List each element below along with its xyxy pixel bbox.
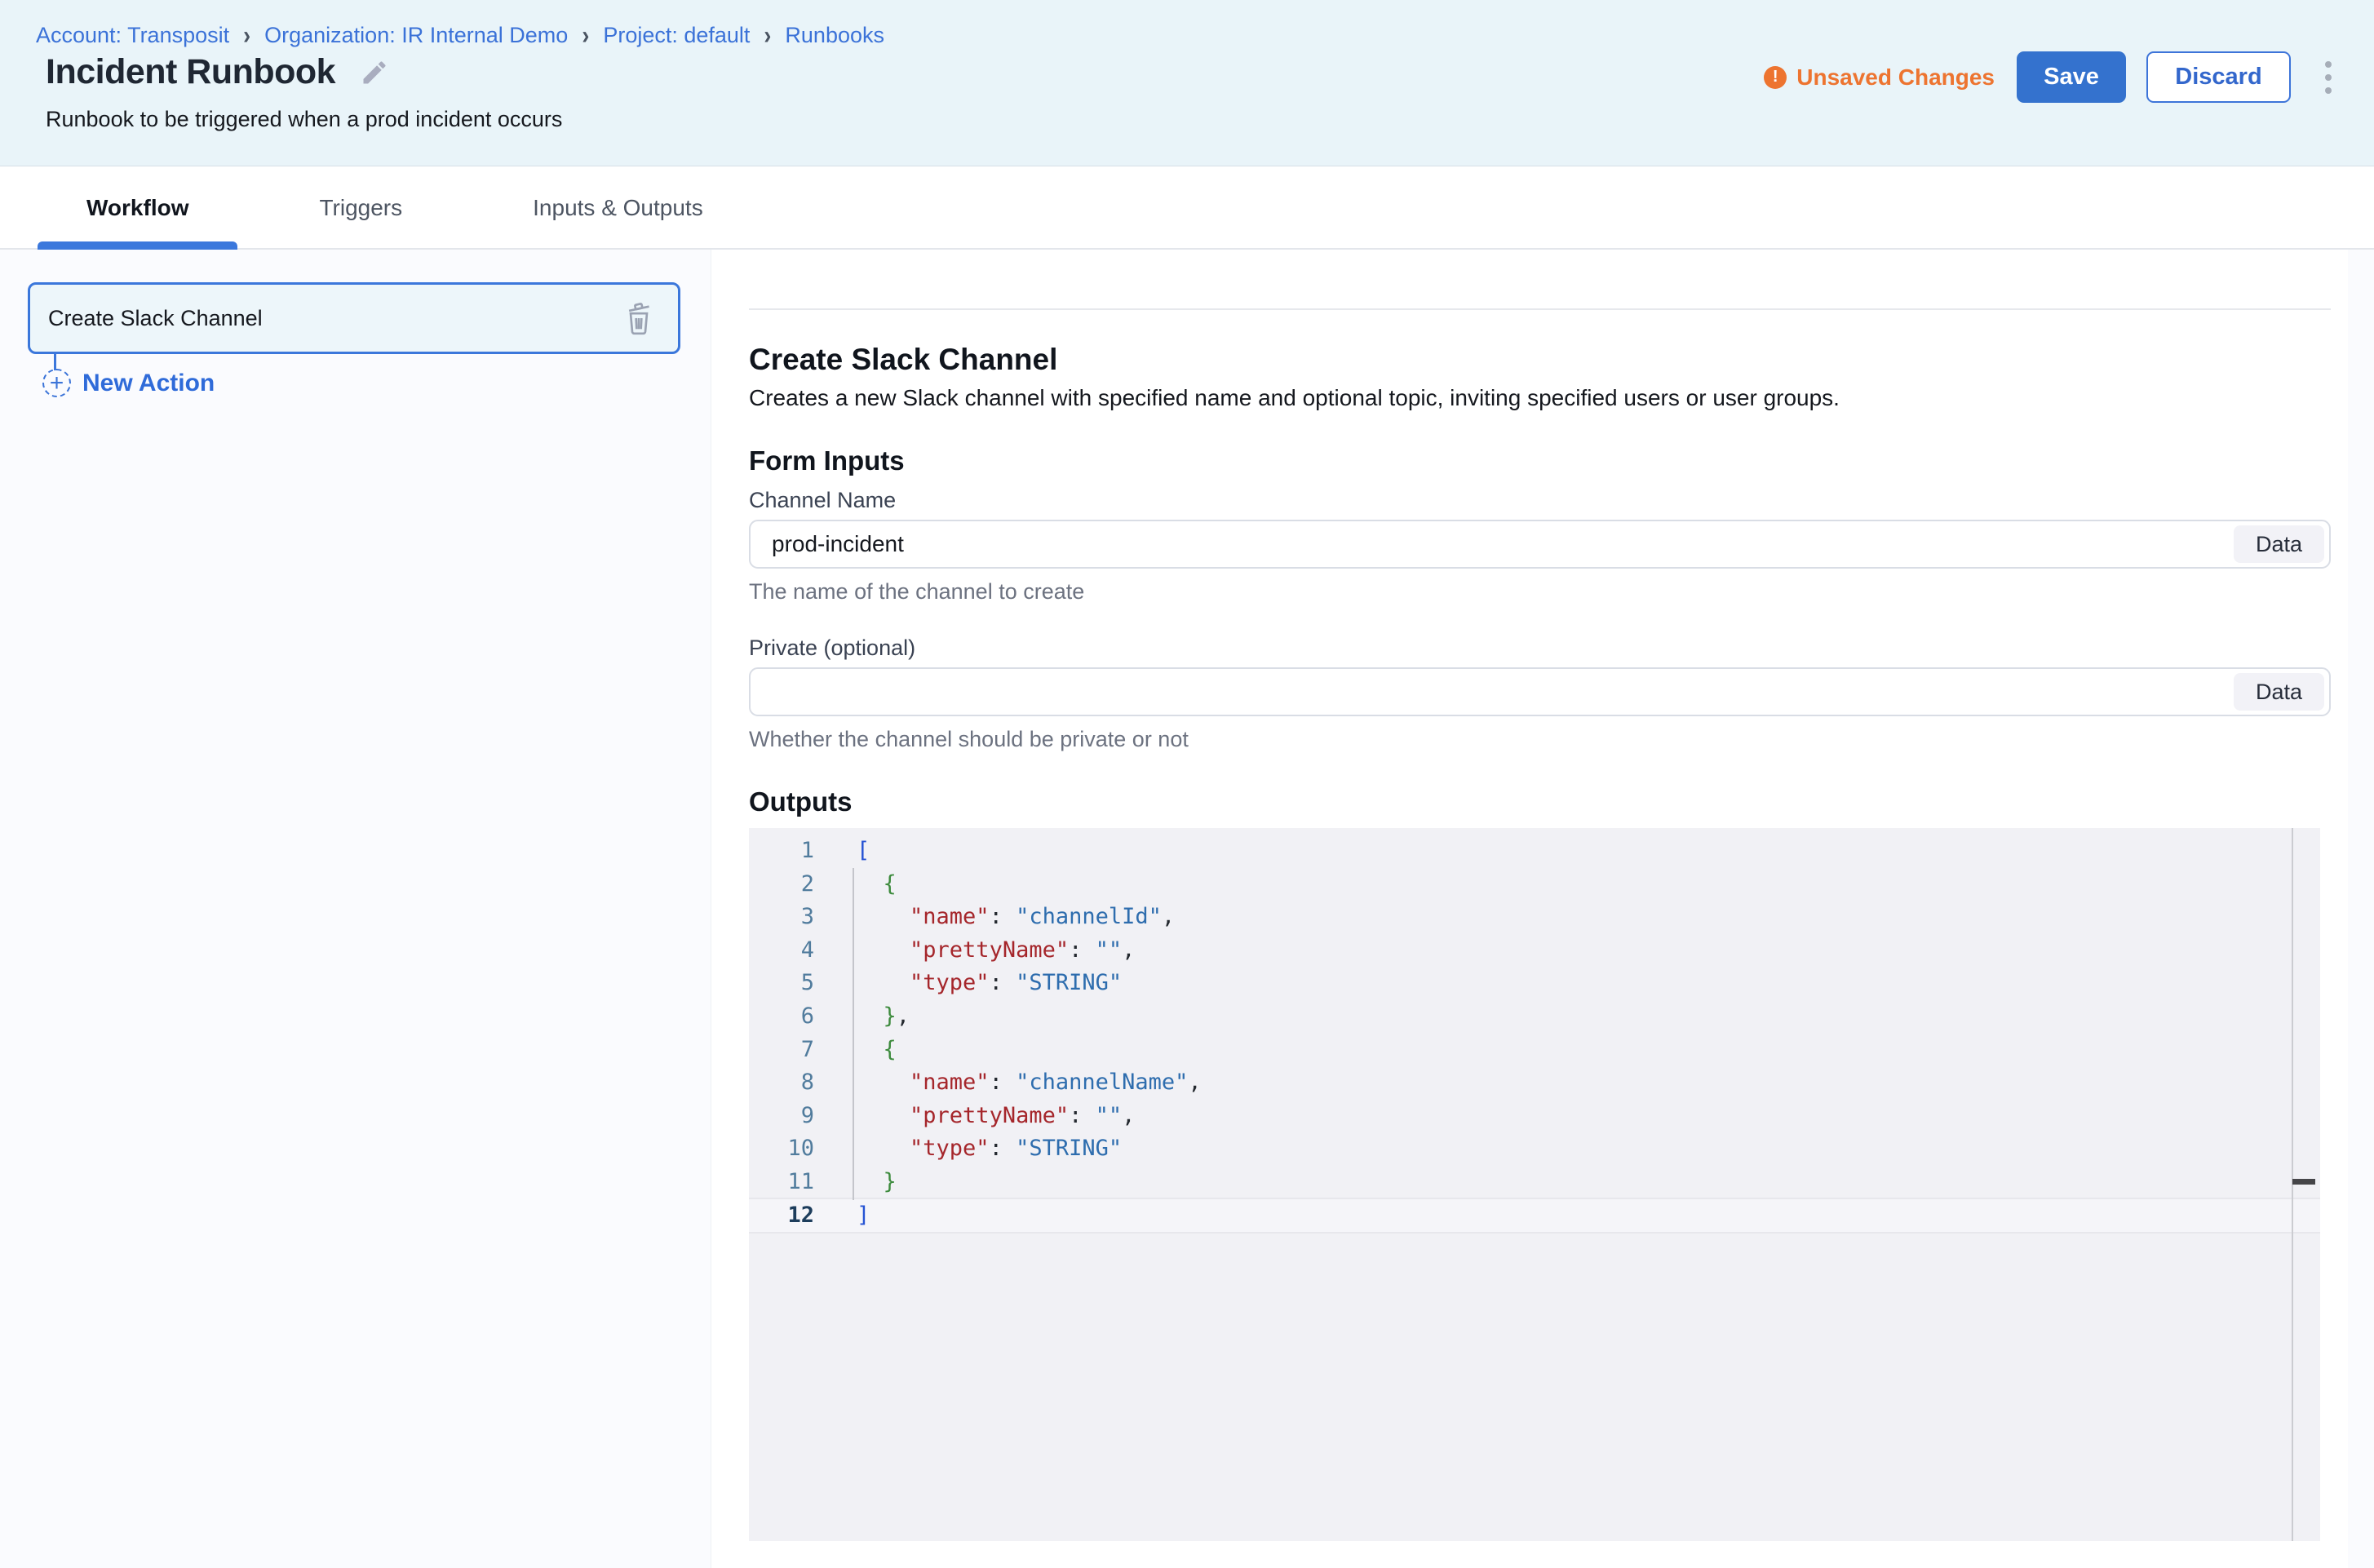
code-line: 4 "prettyName": "", — [749, 934, 2320, 968]
line-number: 2 — [749, 868, 814, 901]
field-label: Channel Name — [749, 488, 2331, 513]
page-subtitle: Runbook to be triggered when a prod inci… — [46, 107, 562, 132]
line-number: 4 — [749, 934, 814, 968]
line-number: 12 — [749, 1199, 814, 1233]
section-divider — [749, 308, 2331, 310]
tab-triggers[interactable]: Triggers — [270, 167, 451, 248]
code-line: 8 "name": "channelName", — [749, 1066, 2320, 1100]
kebab-dot — [2325, 74, 2332, 81]
workflow-step-card[interactable]: Create Slack Channel — [28, 282, 680, 354]
breadcrumb-link[interactable]: Organization: IR Internal Demo — [264, 23, 568, 48]
pencil-icon — [360, 58, 389, 87]
line-number: 1 — [749, 835, 814, 868]
step-detail-title: Create Slack Channel — [749, 343, 2331, 377]
code-text: "name": "channelId", — [814, 901, 1175, 934]
delete-step-button[interactable] — [621, 300, 657, 336]
code-text: "prettyName": "", — [814, 1100, 1135, 1133]
outputs-code-editor[interactable]: 1 [ 2 { 3 "name": "channelId", — [749, 828, 2320, 1541]
code-text: "type": "STRING" — [814, 967, 1122, 1000]
kebab-dot — [2325, 87, 2332, 94]
more-options-button[interactable] — [2320, 56, 2336, 99]
data-button[interactable]: Data — [2234, 673, 2324, 711]
breadcrumb-link[interactable]: Account: Transposit — [36, 23, 229, 48]
code-text: "type": "STRING" — [814, 1132, 1122, 1166]
code-line: 9 "prettyName": "", — [749, 1100, 2320, 1133]
breadcrumb-separator: › — [582, 21, 589, 51]
code-line: 1 [ — [749, 835, 2320, 868]
breadcrumb-separator: › — [764, 21, 771, 51]
breadcrumb-link[interactable]: Runbooks — [785, 23, 884, 48]
line-number: 6 — [749, 1000, 814, 1034]
warning-icon: ! — [1764, 66, 1787, 89]
field-input[interactable] — [749, 520, 2331, 569]
field-input[interactable] — [749, 667, 2331, 716]
unsaved-changes-badge: ! Unsaved Changes — [1764, 64, 1995, 91]
code-line: 12 ] — [749, 1199, 2320, 1233]
new-action-label: New Action — [82, 370, 215, 397]
edit-title-button[interactable] — [358, 56, 391, 89]
code-line: 11 } — [749, 1166, 2320, 1199]
form-field: Channel Name Data The name of the channe… — [749, 488, 2331, 605]
code-text: [ — [814, 835, 870, 868]
scrollbar-thumb[interactable] — [2292, 1179, 2315, 1185]
line-number: 8 — [749, 1066, 814, 1100]
form-field: Private (optional) Data Whether the chan… — [749, 636, 2331, 752]
code-text: { — [814, 868, 897, 901]
line-number: 9 — [749, 1100, 814, 1133]
breadcrumb-link[interactable]: Project: default — [603, 23, 750, 48]
workflow-step-title: Create Slack Channel — [48, 306, 263, 331]
save-button[interactable]: Save — [2017, 51, 2126, 103]
tab-inputs-outputs[interactable]: Inputs & Outputs — [484, 167, 752, 248]
step-connector-line — [54, 353, 56, 370]
tab-bar: Workflow Triggers Inputs & Outputs — [0, 167, 2374, 250]
line-number: 3 — [749, 901, 814, 934]
field-helper-text: Whether the channel should be private or… — [749, 727, 2331, 752]
page-header: Account: Transposit › Organization: IR I… — [0, 0, 2374, 166]
workflow-steps-panel: Create Slack Channel + New Action — [0, 250, 711, 1568]
code-line: 3 "name": "channelId", — [749, 901, 2320, 934]
code-text: { — [814, 1034, 897, 1067]
line-number: 5 — [749, 967, 814, 1000]
right-gutter-strip — [2348, 250, 2374, 1568]
tab-workflow[interactable]: Workflow — [38, 167, 237, 248]
field-helper-text: The name of the channel to create — [749, 579, 2331, 605]
page-title: Incident Runbook — [46, 52, 335, 92]
code-line: 2 { — [749, 868, 2320, 901]
unsaved-changes-label: Unsaved Changes — [1796, 64, 1995, 91]
code-line: 7 { — [749, 1034, 2320, 1067]
step-detail-description: Creates a new Slack channel with specifi… — [749, 385, 2331, 411]
line-number: 7 — [749, 1034, 814, 1067]
code-line: 5 "type": "STRING" — [749, 967, 2320, 1000]
breadcrumb: Account: Transposit › Organization: IR I… — [36, 23, 884, 48]
field-label: Private (optional) — [749, 636, 2331, 661]
code-text: "name": "channelName", — [814, 1066, 1202, 1100]
form-inputs-heading: Form Inputs — [749, 445, 2331, 476]
code-text: }, — [814, 1000, 910, 1034]
scrollbar-track-divider — [2292, 828, 2293, 1541]
code-line: 6 }, — [749, 1000, 2320, 1034]
discard-button[interactable]: Discard — [2146, 51, 2291, 103]
code-text: "prettyName": "", — [814, 934, 1135, 968]
breadcrumb-separator: › — [243, 21, 250, 51]
code-line: 10 "type": "STRING" — [749, 1132, 2320, 1166]
outputs-heading: Outputs — [749, 786, 2331, 817]
code-text: ] — [814, 1199, 870, 1233]
code-text: } — [814, 1166, 897, 1199]
plus-circle-icon: + — [42, 369, 71, 397]
line-number: 10 — [749, 1132, 814, 1166]
step-detail-panel: Create Slack Channel Creates a new Slack… — [711, 250, 2348, 1568]
kebab-dot — [2325, 61, 2332, 68]
indent-guide — [853, 868, 854, 1200]
trash-icon — [622, 300, 655, 336]
new-action-button[interactable]: + New Action — [42, 369, 215, 397]
line-number: 11 — [749, 1166, 814, 1199]
data-button[interactable]: Data — [2234, 525, 2324, 563]
